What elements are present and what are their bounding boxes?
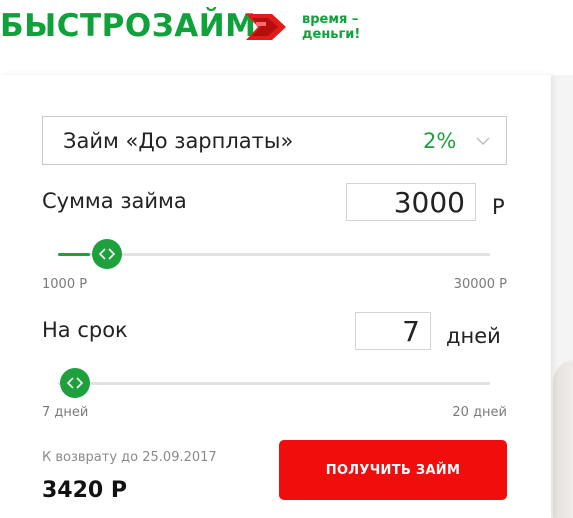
- term-input[interactable]: [355, 312, 431, 350]
- amount-label: Сумма займа: [42, 189, 187, 213]
- term-unit: дней: [446, 324, 501, 348]
- loan-type-label: Займ «До зарплаты»: [63, 129, 294, 153]
- slider-handle-arrows-icon: [98, 248, 116, 260]
- loan-rate: 2%: [423, 129, 457, 153]
- chevron-down-icon: [476, 137, 490, 146]
- tagline-line-1: время –: [302, 12, 359, 27]
- get-loan-button[interactable]: ПОЛУЧИТЬ ЗАЙМ: [279, 440, 507, 500]
- term-slider-track[interactable]: [58, 382, 490, 385]
- amount-input[interactable]: [346, 183, 476, 221]
- term-label: На срок: [42, 318, 128, 342]
- red-arrow-card-icon: [246, 14, 286, 40]
- return-amount: 3420 Р: [42, 478, 128, 503]
- term-min-label: 7 дней: [42, 405, 89, 420]
- background-decoration: [553, 360, 573, 518]
- amount-unit: Р: [492, 195, 505, 219]
- loan-calculator-card: Займ «До зарплаты» 2% Сумма займа Р 1000…: [0, 75, 551, 518]
- amount-slider-handle[interactable]: [91, 239, 122, 269]
- loan-type-select[interactable]: Займ «До зарплаты» 2%: [42, 116, 507, 165]
- amount-slider-track[interactable]: [58, 253, 490, 256]
- amount-max-label: 30000 Р: [453, 277, 507, 292]
- amount-slider-fill: [58, 253, 90, 256]
- brand-logo-text[interactable]: БЫСТРОЗАЙМ: [0, 8, 257, 44]
- term-max-label: 20 дней: [452, 405, 507, 420]
- return-date-label: К возврату до 25.09.2017: [42, 450, 217, 465]
- amount-min-label: 1000 Р: [42, 277, 88, 292]
- brand-tagline: время – деньги!: [302, 12, 360, 42]
- slider-handle-arrows-icon: [66, 377, 84, 389]
- tagline-line-2: деньги!: [302, 27, 361, 42]
- site-header: БЫСТРОЗАЙМ время – деньги!: [0, 0, 573, 75]
- term-slider-handle[interactable]: [60, 368, 90, 398]
